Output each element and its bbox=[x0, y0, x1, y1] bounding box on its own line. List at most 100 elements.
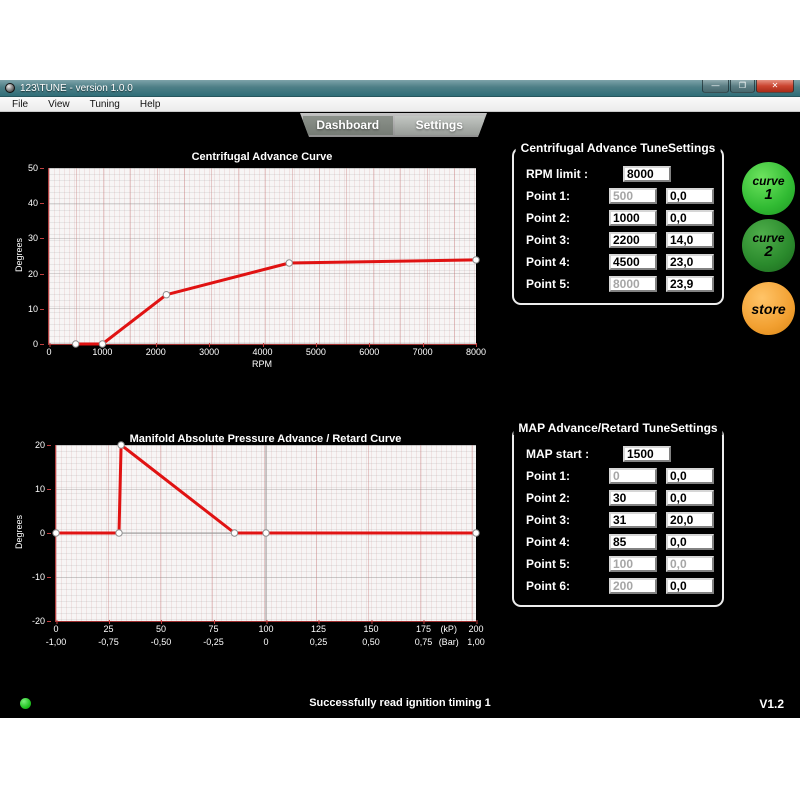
maximize-button[interactable]: ❐ bbox=[730, 80, 755, 93]
setting-input[interactable] bbox=[666, 232, 714, 248]
status-message: Successfully read ignition timing 1 bbox=[0, 697, 800, 709]
curve-point-marker[interactable] bbox=[73, 341, 79, 347]
setting-label: Point 4: bbox=[526, 255, 600, 269]
curve-point-marker[interactable] bbox=[473, 257, 479, 263]
x-tick-label: 100 bbox=[258, 624, 273, 634]
setting-input[interactable] bbox=[666, 276, 714, 292]
curve-point-marker[interactable] bbox=[118, 442, 124, 448]
setting-input[interactable] bbox=[609, 534, 657, 550]
setting-input[interactable] bbox=[666, 468, 714, 484]
tab-dashboard[interactable]: Dashboard bbox=[303, 116, 393, 135]
centrifugal-settings-panel: Centrifugal Advance TuneSettings RPM lim… bbox=[512, 147, 724, 305]
setting-row: Point 2: bbox=[526, 487, 714, 509]
menu-tuning[interactable]: Tuning bbox=[80, 99, 130, 110]
x-tick-label: 0 bbox=[46, 347, 51, 357]
setting-label: Point 2: bbox=[526, 211, 600, 225]
setting-input[interactable] bbox=[609, 210, 657, 226]
setting-row: Point 4: bbox=[526, 251, 714, 273]
x-tick-label: 150 bbox=[363, 624, 378, 634]
curve-2-button[interactable]: curve 2 bbox=[742, 219, 795, 272]
menu-file[interactable]: File bbox=[2, 99, 38, 110]
map-advance-retard-plot[interactable]: 20100-10-20 0255075100125150175(kP)200-1… bbox=[55, 445, 476, 622]
curve-point-marker[interactable] bbox=[99, 341, 105, 347]
setting-input bbox=[609, 188, 657, 204]
setting-label: Point 1: bbox=[526, 469, 600, 483]
x-axis-unit-label: (kP) bbox=[440, 624, 457, 634]
curve-point-marker[interactable] bbox=[286, 260, 292, 266]
x-axis-ticks: 0255075100125150175(kP)200-1,00-0,75-0,5… bbox=[56, 624, 476, 652]
setting-input bbox=[609, 578, 657, 594]
menu-bar: FileViewTuningHelp bbox=[0, 97, 800, 112]
curve-svg bbox=[49, 168, 476, 344]
x-tick-label: 1,00 bbox=[467, 637, 485, 647]
x-tick-label: 1000 bbox=[92, 347, 112, 357]
setting-input[interactable] bbox=[666, 490, 714, 506]
title-bar[interactable]: 123\TUNE - version 1.0.0 — ❐ ✕ bbox=[0, 80, 800, 97]
setting-input[interactable] bbox=[666, 188, 714, 204]
centrifugal-advance-plot[interactable]: 01020304050 0100020003000400050006000700… bbox=[48, 168, 476, 345]
setting-input[interactable] bbox=[666, 512, 714, 528]
curve-point-marker[interactable] bbox=[263, 530, 269, 536]
setting-input[interactable] bbox=[609, 232, 657, 248]
x-tick-label: 2000 bbox=[146, 347, 166, 357]
store-button[interactable]: store bbox=[742, 282, 795, 335]
setting-label: RPM limit : bbox=[526, 167, 614, 181]
setting-input[interactable] bbox=[666, 210, 714, 226]
setting-row: Point 5: bbox=[526, 553, 714, 575]
setting-input[interactable] bbox=[623, 166, 671, 182]
x-tick-label: 4000 bbox=[252, 347, 272, 357]
curve-point-marker[interactable] bbox=[473, 530, 479, 536]
setting-input bbox=[609, 276, 657, 292]
curve-point-marker[interactable] bbox=[116, 530, 122, 536]
x-tick-label: 175 bbox=[416, 624, 431, 634]
setting-row: MAP start : bbox=[526, 443, 714, 465]
setting-row: Point 3: bbox=[526, 229, 714, 251]
setting-input bbox=[609, 556, 657, 572]
setting-input[interactable] bbox=[609, 490, 657, 506]
x-tick-label: 3000 bbox=[199, 347, 219, 357]
x-tick-label: 0 bbox=[263, 637, 268, 647]
x-tick-label: -0,75 bbox=[98, 637, 119, 647]
setting-label: Point 2: bbox=[526, 491, 600, 505]
setting-input[interactable] bbox=[609, 512, 657, 528]
setting-input[interactable] bbox=[666, 578, 714, 594]
curve-point-marker[interactable] bbox=[231, 530, 237, 536]
setting-label: Point 5: bbox=[526, 277, 600, 291]
setting-input bbox=[666, 556, 714, 572]
setting-input[interactable] bbox=[666, 534, 714, 550]
x-axis-unit-label: (Bar) bbox=[439, 637, 459, 647]
x-tick-label: 6000 bbox=[359, 347, 379, 357]
setting-row: RPM limit : bbox=[526, 163, 714, 185]
app-window: 123\TUNE - version 1.0.0 — ❐ ✕ FileViewT… bbox=[0, 80, 800, 719]
x-tick-label: 0,50 bbox=[362, 637, 380, 647]
setting-input[interactable] bbox=[609, 254, 657, 270]
x-tick-label: 7000 bbox=[413, 347, 433, 357]
x-tick-label: 0,25 bbox=[310, 637, 328, 647]
menu-help[interactable]: Help bbox=[130, 99, 171, 110]
y-tick-label: 30 bbox=[28, 233, 38, 243]
app-icon bbox=[5, 83, 15, 93]
setting-row: Point 3: bbox=[526, 509, 714, 531]
setting-row: Point 2: bbox=[526, 207, 714, 229]
tab-settings[interactable]: Settings bbox=[395, 116, 485, 135]
setting-input[interactable] bbox=[666, 254, 714, 270]
x-tick-label: -0,25 bbox=[203, 637, 224, 647]
menu-view[interactable]: View bbox=[38, 99, 80, 110]
panel-title: Centrifugal Advance TuneSettings bbox=[516, 141, 721, 155]
setting-label: Point 4: bbox=[526, 535, 600, 549]
close-button[interactable]: ✕ bbox=[756, 80, 794, 93]
y-tick-label: 40 bbox=[28, 198, 38, 208]
y-tick-label: 20 bbox=[35, 440, 45, 450]
minimize-button[interactable]: — bbox=[702, 80, 729, 93]
centrifugal-chart-title: Centrifugal Advance Curve bbox=[48, 151, 476, 163]
setting-row: Point 1: bbox=[526, 185, 714, 207]
window-controls: — ❐ ✕ bbox=[701, 80, 794, 93]
curve-point-marker[interactable] bbox=[53, 530, 59, 536]
curve-point-marker[interactable] bbox=[163, 292, 169, 298]
setting-label: Point 6: bbox=[526, 579, 600, 593]
x-tick-label: 25 bbox=[103, 624, 113, 634]
setting-input[interactable] bbox=[623, 446, 671, 462]
setting-label: Point 5: bbox=[526, 557, 600, 571]
curve-2-number: 2 bbox=[764, 244, 772, 259]
curve-1-button[interactable]: curve 1 bbox=[742, 162, 795, 215]
